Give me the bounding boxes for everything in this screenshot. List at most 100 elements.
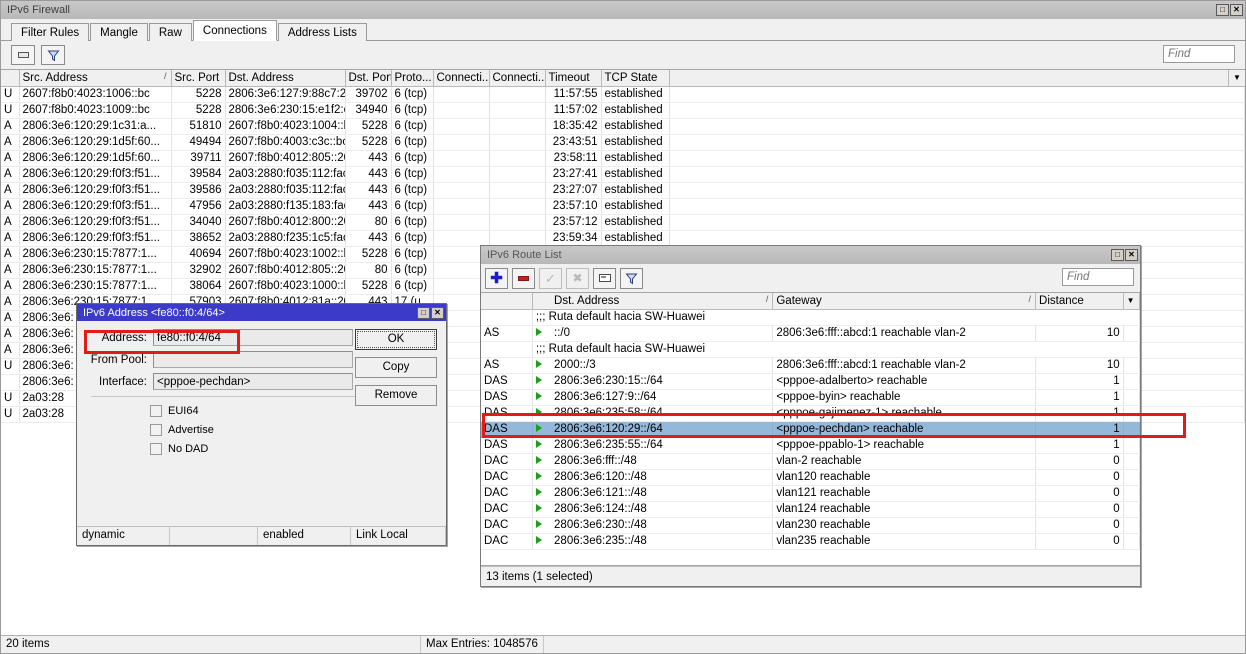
copy-button[interactable]: Copy — [355, 357, 437, 378]
table-row[interactable]: A2806:3e6:120:29:f0f3:f51...395842a03:28… — [1, 166, 1245, 182]
route-comment-row[interactable]: ;;; Ruta default hacia SW-Huawei — [481, 341, 1140, 357]
col-route-distance[interactable]: Distance — [1036, 293, 1124, 309]
tab-address-lists[interactable]: Address Lists — [278, 23, 367, 41]
table-row[interactable]: DAC2806:3e6:121::/48vlan121 reachable0 — [481, 485, 1140, 501]
col-dst-address[interactable]: Dst. Address — [225, 70, 345, 86]
col-connection-1[interactable]: Connecti... — [433, 70, 489, 86]
cell-src-address: 2806:3e6:120:29:1d5f:60... — [19, 150, 171, 166]
remove-route-button[interactable] — [512, 268, 535, 289]
enable-route-button[interactable]: ✓ — [539, 268, 562, 289]
restore-icon[interactable]: □ — [417, 307, 430, 319]
table-row[interactable]: DAC2806:3e6:230::/48vlan230 reachable0 — [481, 517, 1140, 533]
advertise-checkbox-row[interactable]: Advertise — [150, 424, 436, 436]
table-row[interactable]: DAS2806:3e6:235:58::/64<pppoe-gajimenez-… — [481, 405, 1140, 421]
table-row[interactable]: DAS2806:3e6:235:55::/64<pppoe-ppablo-1> … — [481, 437, 1140, 453]
cell-route-gateway: 2806:3e6:fff::abcd:1 reachable vlan-2 — [773, 357, 1036, 373]
table-row[interactable]: U2607:f8b0:4023:1006::bc52282806:3e6:127… — [1, 86, 1245, 102]
col-route-flags[interactable] — [481, 293, 532, 309]
address-input[interactable] — [153, 329, 353, 346]
close-icon[interactable]: ✕ — [1125, 249, 1138, 261]
no-dad-checkbox-row[interactable]: No DAD — [150, 443, 436, 455]
cell-tcp-state: established — [601, 118, 669, 134]
table-row[interactable]: A2806:3e6:120:29:f0f3:f51...479562a03:28… — [1, 198, 1245, 214]
tab-connections[interactable]: Connections — [193, 20, 277, 41]
cell-src-address: 2806:3e6:120:29:f0f3:f51... — [19, 230, 171, 246]
cell-src-address: 2607:f8b0:4023:1009::bc — [19, 102, 171, 118]
filter-route-button[interactable] — [620, 268, 643, 289]
table-row[interactable]: A2806:3e6:120:29:f0f3:f51...340402607:f8… — [1, 214, 1245, 230]
col-connection-2[interactable]: Connecti... — [489, 70, 545, 86]
table-row[interactable]: A2806:3e6:120:29:f0f3:f51...386522a03:28… — [1, 230, 1245, 246]
table-row[interactable]: DAS2806:3e6:230:15::/64<pppoe-adalberto>… — [481, 373, 1140, 389]
table-row[interactable]: DAS2806:3e6:127:9::/64<pppoe-byin> reach… — [481, 389, 1140, 405]
cell-flag: A — [1, 262, 19, 278]
col-dst-port[interactable]: Dst. Port — [345, 70, 391, 86]
cell-tcp-state: established — [601, 198, 669, 214]
restore-icon[interactable]: □ — [1111, 249, 1124, 261]
table-row[interactable]: AS::/02806:3e6:fff::abcd:1 reachable vla… — [481, 325, 1140, 341]
address-dialog-titlebar: IPv6 Address <fe80::f0:4/64> □ ✕ — [77, 304, 446, 321]
cell-src-port: 49494 — [171, 134, 225, 150]
col-src-port[interactable]: Src. Port — [171, 70, 225, 86]
find-input[interactable] — [1164, 46, 1234, 62]
eui64-checkbox[interactable] — [150, 405, 162, 417]
comment-route-button[interactable] — [593, 268, 616, 289]
tab-raw[interactable]: Raw — [149, 23, 192, 41]
tab-filter-rules[interactable]: Filter Rules — [11, 23, 89, 41]
col-protocol[interactable]: Proto... — [391, 70, 433, 86]
advertise-checkbox[interactable] — [150, 424, 162, 436]
route-comment-row[interactable]: ;;; Ruta default hacia SW-Huawei — [481, 309, 1140, 325]
disable-route-button[interactable]: ✖ — [566, 268, 589, 289]
add-route-button[interactable]: ✚ — [485, 268, 508, 289]
remove-button[interactable]: Remove — [355, 385, 437, 406]
no-dad-checkbox[interactable] — [150, 443, 162, 455]
restore-icon[interactable]: □ — [1216, 4, 1229, 16]
column-menu-icon[interactable]: ▼ — [1228, 70, 1245, 87]
col-timeout[interactable]: Timeout — [545, 70, 601, 86]
cell-tcp-state: established — [601, 150, 669, 166]
table-row[interactable]: DAC2806:3e6:124::/48vlan124 reachable0 — [481, 501, 1140, 517]
cell-connection-2 — [489, 118, 545, 134]
cell-route-dst-address: ::/0 — [551, 325, 773, 341]
cell-route-gateway: vlan-2 reachable — [773, 453, 1036, 469]
cell-route-gateway: <pppoe-byin> reachable — [773, 389, 1036, 405]
table-row[interactable]: A2806:3e6:120:29:1d5f:60...397112607:f8b… — [1, 150, 1245, 166]
firewall-statusbar: 20 items Max Entries: 1048576 — [1, 635, 1245, 653]
cell-route-gateway: 2806:3e6:fff::abcd:1 reachable vlan-2 — [773, 325, 1036, 341]
table-row[interactable]: A2806:3e6:120:29:1c31:a...518102607:f8b0… — [1, 118, 1245, 134]
route-find-input[interactable] — [1063, 269, 1133, 285]
filter-button[interactable] — [41, 45, 65, 65]
table-row[interactable]: A2806:3e6:120:29:1d5f:60...494942607:f8b… — [1, 134, 1245, 150]
close-icon[interactable]: ✕ — [431, 307, 444, 319]
interface-input[interactable] — [153, 373, 353, 390]
col-flags[interactable] — [1, 70, 19, 86]
col-route-dst-address[interactable]: Dst. Address / — [551, 293, 773, 309]
remove-button[interactable] — [11, 45, 35, 65]
table-row[interactable]: DAC2806:3e6:fff::/48vlan-2 reachable0 — [481, 453, 1140, 469]
cell-route-dst-address: 2000::/3 — [551, 357, 773, 373]
route-column-menu-icon[interactable]: ▼ — [1123, 293, 1139, 309]
ok-button[interactable]: OK — [355, 329, 437, 350]
close-icon[interactable]: ✕ — [1230, 4, 1243, 16]
col-src-address[interactable]: Src. Address / — [19, 70, 171, 86]
firewall-tabbar: Filter Rules Mangle Raw Connections Addr… — [1, 19, 1245, 41]
from-pool-label: From Pool: — [87, 354, 153, 366]
tab-mangle[interactable]: Mangle — [90, 23, 148, 41]
table-row[interactable]: U2607:f8b0:4023:1009::bc52282806:3e6:230… — [1, 102, 1245, 118]
col-tcp-state[interactable]: TCP State — [601, 70, 669, 86]
cell-route-flags: DAS — [481, 389, 532, 405]
table-row[interactable]: DAC2806:3e6:120::/48vlan120 reachable0 — [481, 469, 1140, 485]
cell-dst-address: 2a03:2880:f135:183:face... — [225, 198, 345, 214]
table-row[interactable]: AS2000::/32806:3e6:fff::abcd:1 reachable… — [481, 357, 1140, 373]
from-pool-input[interactable] — [153, 351, 353, 368]
col-route-gateway[interactable]: Gateway / — [773, 293, 1036, 309]
cell-connection-1 — [433, 182, 489, 198]
route-find-box[interactable] — [1062, 268, 1134, 286]
find-box[interactable] — [1163, 45, 1235, 63]
table-row[interactable]: A2806:3e6:120:29:f0f3:f51...395862a03:28… — [1, 182, 1245, 198]
cell-route-gateway: vlan230 reachable — [773, 517, 1036, 533]
cell-dst-port: 443 — [345, 182, 391, 198]
cell-connection-2 — [489, 166, 545, 182]
table-row[interactable]: DAS2806:3e6:120:29::/64<pppoe-pechdan> r… — [481, 421, 1140, 437]
table-row[interactable]: DAC2806:3e6:235::/48vlan235 reachable0 — [481, 533, 1140, 549]
